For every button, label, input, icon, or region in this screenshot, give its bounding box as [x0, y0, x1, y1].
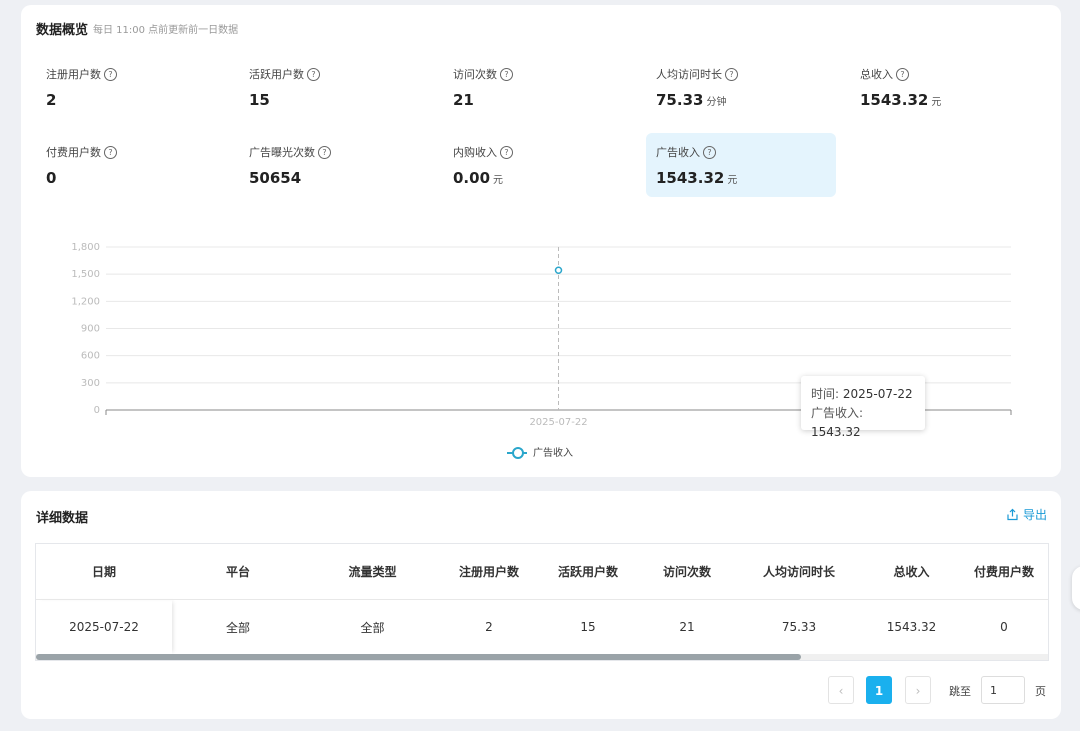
chart-tooltip: 时间: 2025-07-22 广告收入: 1543.32	[801, 376, 925, 439]
metric-value: 0	[46, 169, 57, 187]
y-tick-label: 300	[81, 378, 100, 389]
overview-title: 数据概览	[36, 23, 89, 38]
metric-total-revenue[interactable]: 总收入? 1543.32 元	[850, 58, 1040, 122]
table-cell: 2025-07-22	[36, 600, 172, 655]
column-header-total-revenue: 总收入	[863, 544, 960, 600]
metric-value: 21	[453, 91, 474, 109]
table-cell: 全部	[360, 620, 385, 635]
table-cell: 1543.32	[886, 620, 937, 634]
metric-iap-revenue[interactable]: 内购收入? 0.00 元	[443, 136, 633, 200]
table-cell: 21	[679, 620, 695, 634]
metric-visits[interactable]: 访问次数? 21	[443, 58, 633, 122]
overview-card: 数据概览 每日 11:00 点前更新前一日数据 注册用户数? 2 活跃用户数? …	[21, 5, 1061, 477]
help-icon[interactable]: ?	[896, 68, 909, 81]
y-tick-label: 0	[94, 405, 100, 416]
metric-value: 50654	[249, 169, 302, 187]
metric-avg-visit-duration[interactable]: 人均访问时长? 75.33 分钟	[646, 58, 836, 122]
metric-ad-impressions[interactable]: 广告曝光次数? 50654	[239, 136, 429, 200]
next-page-button[interactable]: ›	[905, 676, 931, 704]
export-label: 导出	[1022, 508, 1047, 522]
detail-table: 日期 平台 流量类型 注册用户数 活跃用户数 访问次数 人均访问时长 总收入 付…	[35, 543, 1049, 661]
y-tick-label: 1,200	[71, 296, 100, 307]
y-tick-label: 900	[81, 324, 100, 335]
table-cell: 15	[580, 620, 596, 634]
metric-value: 0.00	[453, 169, 491, 187]
metric-value: 15	[249, 91, 270, 109]
detail-card: 详细数据 导出 日期 平台 流量类型 注册用户数 活跃用户数 访问次数 人均访问…	[21, 491, 1061, 719]
help-icon[interactable]: ?	[318, 146, 331, 159]
metric-value: 1543.32	[656, 169, 725, 187]
help-icon[interactable]: ?	[703, 146, 716, 159]
export-icon	[1007, 508, 1018, 521]
metric-label: 内购收入	[453, 146, 497, 159]
tooltip-series-value: 1543.32	[811, 425, 861, 439]
help-icon[interactable]: ?	[725, 68, 738, 81]
metric-unit: 元	[727, 175, 738, 186]
legend-label: 广告收入	[533, 448, 573, 459]
help-icon[interactable]: ?	[104, 146, 117, 159]
metric-unit: 分钟	[706, 97, 727, 108]
column-header-avg-visit-duration: 人均访问时长	[735, 544, 863, 600]
table-cell: 75.33	[781, 620, 817, 634]
metric-label: 付费用户数	[46, 146, 101, 159]
page-1-button[interactable]: 1	[866, 676, 892, 704]
metric-value: 75.33	[656, 91, 704, 109]
metric-label: 广告曝光次数	[249, 146, 315, 159]
table-header-row: 日期 平台 流量类型 注册用户数 活跃用户数 访问次数 人均访问时长 总收入 付…	[36, 544, 1048, 600]
tooltip-time-value: 2025-07-22	[842, 387, 913, 401]
metric-ad-revenue[interactable]: 广告收入? 1543.32 元	[646, 133, 836, 197]
scrollbar-thumb[interactable]	[36, 654, 801, 660]
metric-label: 活跃用户数	[249, 68, 304, 81]
help-icon[interactable]: ?	[307, 68, 320, 81]
column-header-traffic-type: 流量类型	[304, 544, 441, 600]
y-tick-label: 1,500	[71, 269, 100, 280]
tooltip-series-label: 广告收入:	[811, 406, 864, 420]
help-icon[interactable]: ?	[500, 68, 513, 81]
metric-label: 注册用户数	[46, 68, 101, 81]
column-header-active-users: 活跃用户数	[537, 544, 639, 600]
metric-value: 2	[46, 91, 57, 109]
jump-page-input[interactable]	[981, 676, 1025, 704]
metric-unit: 元	[493, 175, 504, 186]
column-header-visits: 访问次数	[639, 544, 735, 600]
metric-value: 1543.32	[860, 91, 929, 109]
metric-unit: 元	[931, 97, 942, 108]
metric-label: 人均访问时长	[656, 68, 722, 81]
x-tick-label: 2025-07-22	[529, 417, 587, 428]
help-icon[interactable]: ?	[104, 68, 117, 81]
data-point	[554, 266, 563, 274]
detail-title: 详细数据	[36, 511, 89, 526]
table-cell: 2	[485, 620, 493, 634]
prev-page-button[interactable]: ‹	[828, 676, 854, 704]
table-cell: 全部	[225, 620, 250, 635]
metric-label: 访问次数	[453, 68, 497, 81]
table-cell: 0	[1000, 620, 1008, 634]
side-float-tab[interactable]	[1072, 566, 1080, 610]
page-suffix-label: 页	[1035, 685, 1046, 698]
chart-legend[interactable]: 广告收入	[507, 444, 573, 459]
overview-subtitle: 每日 11:00 点前更新前一日数据	[93, 25, 239, 36]
metric-paying-users[interactable]: 付费用户数? 0	[36, 136, 226, 200]
table-row: 2025-07-22 全部 全部 2 15 21 75.33 1543.32 0	[36, 600, 1048, 655]
column-header-paying-users: 付费用户数	[960, 544, 1048, 600]
metric-label: 广告收入	[656, 146, 700, 159]
legend-line-icon	[507, 446, 527, 459]
tooltip-time-label: 时间:	[811, 387, 840, 401]
metric-active-users[interactable]: 活跃用户数? 15	[239, 58, 429, 122]
horizontal-scrollbar[interactable]	[36, 654, 1048, 660]
y-tick-label: 1,800	[71, 242, 100, 253]
y-tick-label: 600	[81, 351, 100, 362]
column-header-date: 日期	[36, 544, 172, 600]
column-header-platform: 平台	[172, 544, 304, 600]
metric-registered-users[interactable]: 注册用户数? 2	[36, 58, 226, 122]
metric-label: 总收入	[860, 68, 893, 81]
export-button[interactable]: 导出	[1006, 506, 1047, 523]
help-icon[interactable]: ?	[500, 146, 513, 159]
column-header-registered-users: 注册用户数	[441, 544, 537, 600]
jump-to-label: 跳至	[949, 685, 971, 698]
